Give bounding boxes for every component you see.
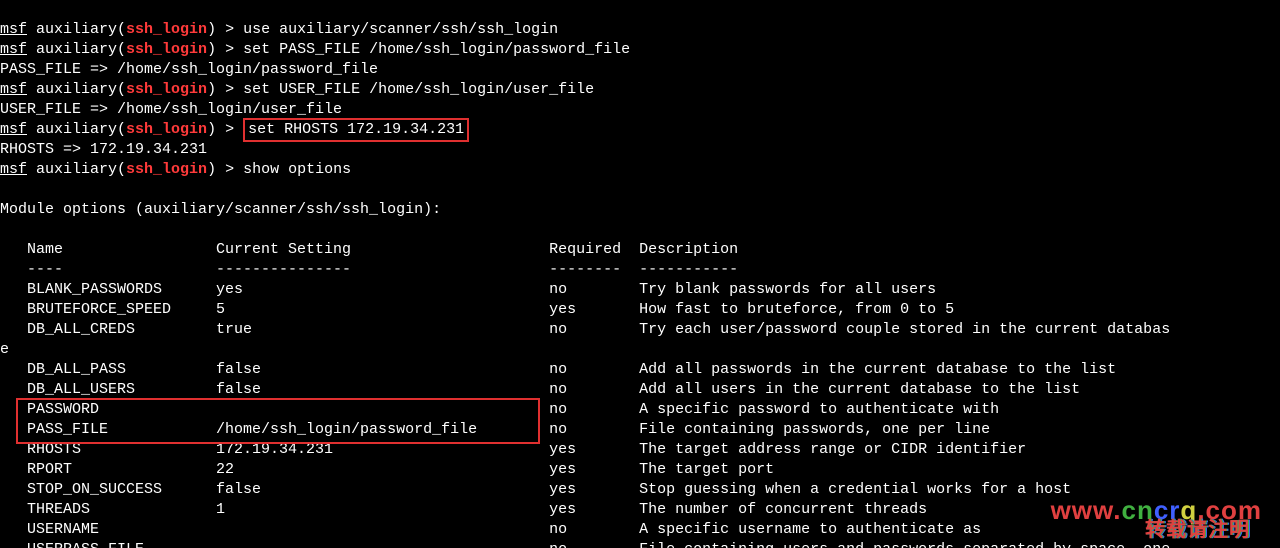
cmd-set-userfile: set USER_FILE /home/ssh_login/user_file — [243, 81, 594, 98]
prompt-line[interactable]: msf auxiliary(ssh_login) > set USER_FILE… — [0, 81, 594, 98]
module-options-header: Module options (auxiliary/scanner/ssh/ss… — [0, 201, 441, 218]
prompt-line[interactable]: msf auxiliary(ssh_login) > use auxiliary… — [0, 21, 558, 38]
cmd-show-options: show options — [243, 161, 351, 178]
highlighted-cmd-rhosts: set RHOSTS 172.19.34.231 — [243, 118, 469, 142]
watermark-sub: 转载请注明 — [1145, 520, 1250, 540]
cmd-set-passfile: set PASS_FILE /home/ssh_login/password_f… — [243, 41, 630, 58]
prompt-msf: msf — [0, 21, 27, 38]
echo-userfile: USER_FILE => /home/ssh_login/user_file — [0, 101, 342, 118]
prompt-module: ssh_login — [126, 21, 207, 38]
prompt-line[interactable]: msf auxiliary(ssh_login) > show options — [0, 161, 351, 178]
echo-rhosts: RHOSTS => 172.19.34.231 — [0, 141, 207, 158]
prompt-line[interactable]: msf auxiliary(ssh_login) > set RHOSTS 17… — [0, 121, 469, 138]
prompt-line[interactable]: msf auxiliary(ssh_login) > set PASS_FILE… — [0, 41, 630, 58]
cmd-use: use auxiliary/scanner/ssh/ssh_login — [243, 21, 558, 38]
watermark-url: www.cncrq.com — [1051, 500, 1262, 520]
echo-passfile: PASS_FILE => /home/ssh_login/password_fi… — [0, 61, 378, 78]
options-table: Name Current Setting Required Descriptio… — [0, 241, 1170, 548]
terminal-output: msf auxiliary(ssh_login) > use auxiliary… — [0, 0, 1280, 548]
